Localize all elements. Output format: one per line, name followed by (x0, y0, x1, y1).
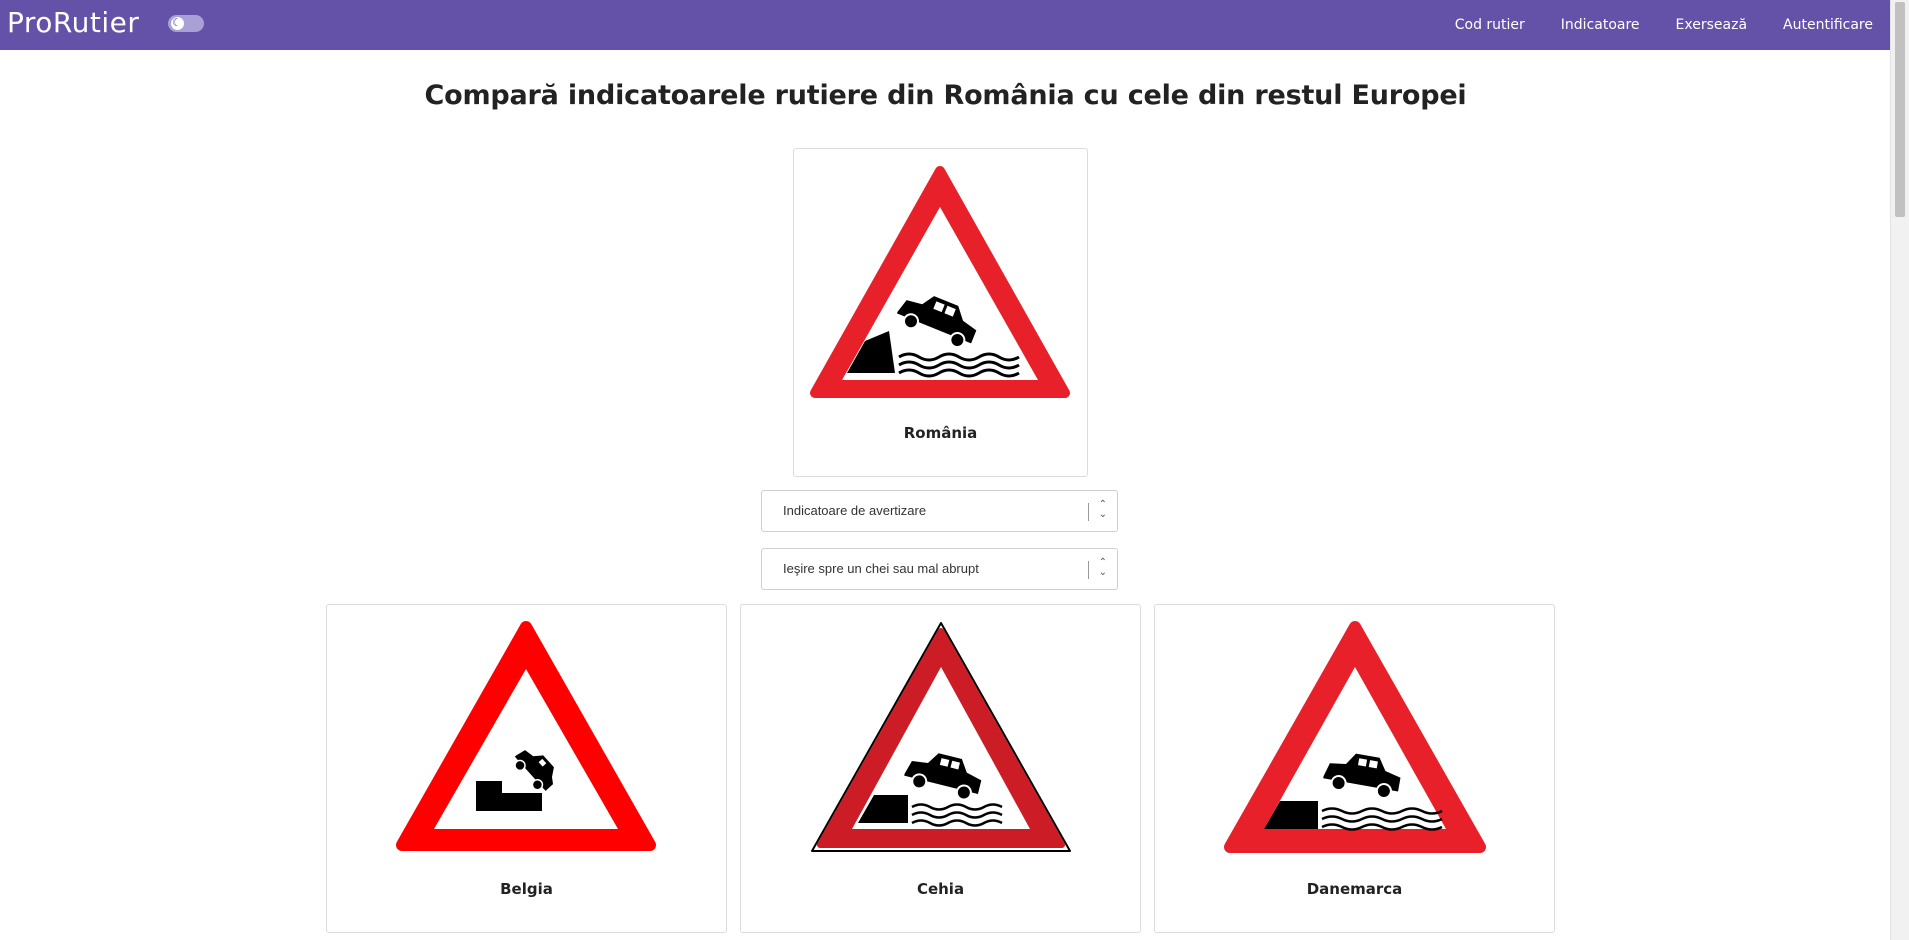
country-label: Belgia (500, 880, 553, 898)
quay-warning-sign-czech (811, 622, 1071, 852)
nav-link-exerseaza[interactable]: Exersează (1676, 17, 1747, 33)
quay-warning-sign-romania (810, 166, 1070, 398)
category-select[interactable]: Indicatoare de avertizare ⌃ ⌄ (761, 490, 1118, 532)
scrollbar-thumb[interactable] (1895, 2, 1905, 217)
nav-links: Cod rutier Indicatoare Exersează Autenti… (1419, 0, 1873, 50)
country-label: Danemarca (1306, 880, 1403, 898)
country-label: Cehia (916, 880, 965, 898)
category-select-value: Indicatoare de avertizare (783, 503, 927, 518)
moon-icon: ☾ (172, 16, 182, 29)
sign-select-value: Ieşire spre un chei sau mal abrupt (783, 561, 979, 576)
denmark-sign-card: Danemarca (1154, 604, 1555, 933)
select-separator (1088, 503, 1089, 521)
chevron-updown-icon: ⌃ ⌄ (1098, 557, 1107, 578)
romania-sign-card: România (793, 148, 1088, 477)
country-label: România (903, 424, 978, 442)
nav-link-cod-rutier[interactable]: Cod rutier (1455, 17, 1525, 33)
czech-sign-card: Cehia (740, 604, 1141, 933)
top-navbar: ProRutier ☾ Cod rutier Indicatoare Exers… (0, 0, 1891, 50)
nav-link-autentificare[interactable]: Autentificare (1783, 17, 1873, 33)
nav-link-indicatoare[interactable]: Indicatoare (1561, 17, 1640, 33)
quay-warning-sign-denmark (1224, 621, 1486, 853)
page-scrollbar[interactable] (1890, 0, 1909, 940)
quay-warning-sign-belgium (396, 621, 656, 851)
belgium-sign-card: Belgia (326, 604, 727, 933)
select-separator (1088, 561, 1089, 579)
sign-select[interactable]: Ieşire spre un chei sau mal abrupt ⌃ ⌄ (761, 548, 1118, 590)
page-title: Compară indicatoarele rutiere din Români… (424, 80, 1467, 111)
brand-logo[interactable]: ProRutier (7, 6, 139, 40)
dark-mode-toggle[interactable]: ☾ (168, 15, 204, 32)
chevron-updown-icon: ⌃ ⌄ (1098, 499, 1107, 520)
